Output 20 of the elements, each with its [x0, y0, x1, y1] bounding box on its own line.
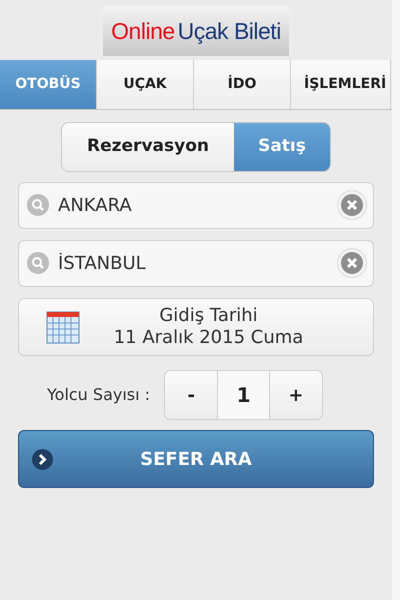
date-label: Gidiş Tarihi: [159, 305, 258, 327]
passenger-count: 1: [217, 371, 270, 419]
date-value: 11 Aralık 2015 Cuma: [114, 327, 304, 349]
logo: OnlineUçak Bileti: [103, 6, 289, 56]
clear-icon[interactable]: [337, 190, 367, 220]
search-button[interactable]: SEFER ARA: [18, 430, 374, 488]
tab[interactable]: İŞLEMLERİ: [291, 60, 391, 109]
search-field[interactable]: ANKARA: [18, 182, 374, 229]
search-icon: [27, 252, 49, 274]
plus-button[interactable]: +: [270, 371, 322, 419]
search-icon: [27, 194, 49, 216]
date-button[interactable]: Gidiş Tarihi 11 Aralık 2015 Cuma: [18, 298, 374, 356]
passenger-label: Yolcu Sayısı :: [47, 384, 150, 406]
calendar-icon: [46, 310, 80, 344]
tab[interactable]: UÇAK: [97, 60, 194, 109]
clear-icon[interactable]: [337, 248, 367, 278]
minus-button[interactable]: -: [165, 371, 218, 419]
segment-button[interactable]: Rezervasyon: [62, 123, 234, 171]
chevron-icon: [32, 448, 53, 470]
tab[interactable]: İDO: [194, 60, 291, 109]
